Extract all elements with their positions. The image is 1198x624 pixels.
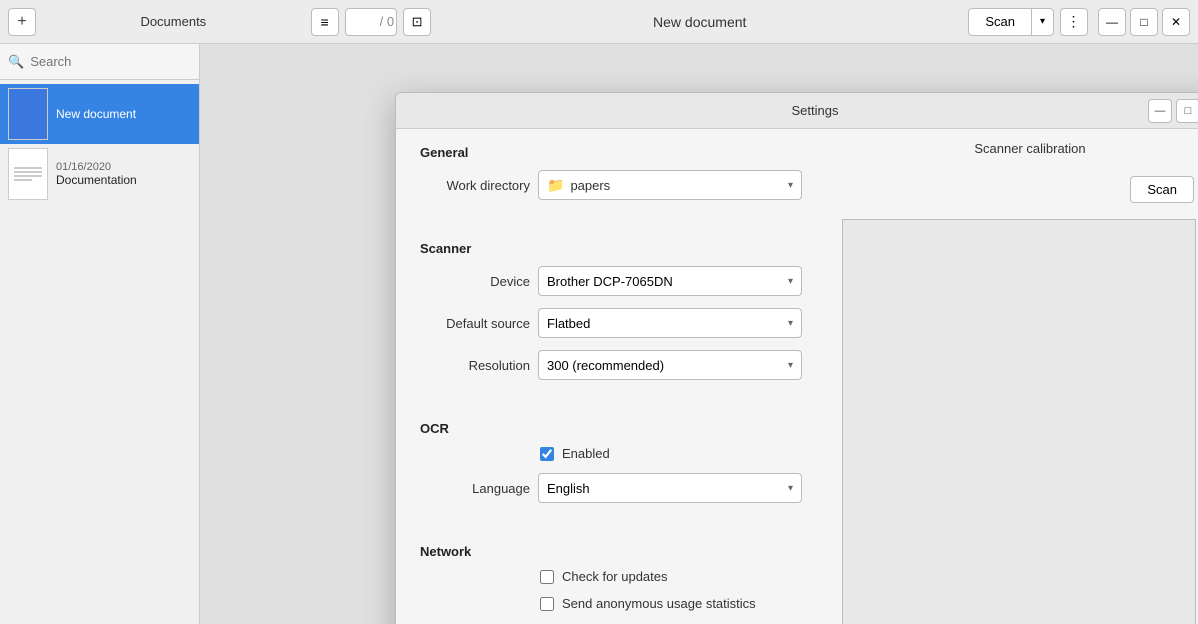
work-directory-select[interactable]: 📁 papers ▾ — [538, 170, 802, 200]
check-updates-checkbox[interactable] — [540, 570, 554, 584]
doc-info-documentation: 01/16/2020 Documentation — [56, 161, 137, 187]
calibration-scan-button[interactable]: Scan — [1130, 176, 1194, 203]
check-updates-label[interactable]: Check for updates — [562, 569, 668, 584]
ocr-enabled-label[interactable]: Enabled — [562, 446, 610, 461]
work-directory-dropdown-arrow: ▾ — [788, 180, 793, 191]
doc-date-documentation: 01/16/2020 — [56, 161, 137, 173]
app-title: Documents — [42, 14, 305, 29]
ocr-enabled-checkbox[interactable] — [540, 447, 554, 461]
default-source-value: Flatbed — [547, 316, 590, 331]
page-input[interactable] — [346, 14, 378, 29]
device-dropdown-arrow: ▾ — [788, 276, 793, 287]
language-label: Language — [420, 481, 530, 496]
document-list: New document 01/16/2020 Doc — [0, 80, 199, 624]
doc-item-new[interactable]: New document — [0, 84, 199, 144]
scanner-section-header: Scanner — [420, 241, 802, 256]
default-source-select[interactable]: Flatbed ▾ — [538, 308, 802, 338]
language-value: English — [547, 481, 590, 496]
device-label: Device — [420, 274, 530, 289]
search-bar: 🔍 — [0, 44, 199, 80]
doc-info-new: New document — [56, 107, 136, 121]
device-select[interactable]: Brother DCP-7065DN ▾ — [538, 266, 802, 296]
scan-button-group: Scan ▾ — [968, 8, 1054, 36]
device-row: Device Brother DCP-7065DN ▾ — [420, 266, 802, 296]
default-source-row: Default source Flatbed ▾ — [420, 308, 802, 338]
check-updates-row: Check for updates — [540, 569, 802, 584]
language-select[interactable]: English ▾ — [538, 473, 802, 503]
close-button[interactable]: ✕ — [1162, 8, 1190, 36]
ocr-section-header: OCR — [420, 421, 802, 436]
resolution-label: Resolution — [420, 358, 530, 373]
default-source-label: Default source — [420, 316, 530, 331]
language-row: Language English ▾ — [420, 473, 802, 503]
main-area: Settings — □ ✕ General Work directory — [200, 44, 1198, 624]
work-directory-row: Work directory 📁 papers ▾ — [420, 170, 802, 200]
title-bar: + Documents ≡ / 0 ⊡ New document Scan ▾ … — [0, 0, 1198, 44]
menu-button[interactable]: ≡ — [311, 8, 339, 36]
resolution-select[interactable]: 300 (recommended) ▾ — [538, 350, 802, 380]
calibration-header: Scanner calibration — [842, 141, 1198, 156]
default-source-dropdown-arrow: ▾ — [788, 318, 793, 329]
work-directory-label: Work directory — [420, 178, 530, 193]
dialog-minimize-button[interactable]: — — [1148, 99, 1172, 123]
anon-stats-label[interactable]: Send anonymous usage statistics — [562, 596, 756, 611]
resolution-value: 300 (recommended) — [547, 358, 664, 373]
dialog-body: General Work directory 📁 papers ▾ Scanne… — [396, 129, 1198, 624]
ocr-enabled-row: Enabled — [540, 446, 802, 461]
minimize-button[interactable]: — — [1098, 8, 1126, 36]
app-window: + Documents ≡ / 0 ⊡ New document Scan ▾ … — [0, 0, 1198, 624]
fit-page-button[interactable]: ⊡ — [403, 8, 431, 36]
scan-dropdown-button[interactable]: ▾ — [1032, 8, 1054, 36]
calibration-panel: Scanner calibration Scan — [826, 129, 1198, 624]
doc-thumbnail-documentation — [8, 148, 48, 200]
scan-button[interactable]: Scan — [968, 8, 1032, 36]
document-title: New document — [437, 14, 962, 30]
calibration-area — [842, 219, 1198, 624]
dialog-titlebar: Settings — □ ✕ — [396, 93, 1198, 129]
dialog-window-controls: — □ ✕ — [1148, 99, 1198, 123]
language-dropdown-arrow: ▾ — [788, 483, 793, 494]
resolution-dropdown-arrow: ▾ — [788, 360, 793, 371]
work-directory-value: papers — [570, 178, 782, 193]
device-value: Brother DCP-7065DN — [547, 274, 673, 289]
search-icon: 🔍 — [8, 54, 24, 70]
doc-name-new: New document — [56, 107, 136, 121]
anon-stats-row: Send anonymous usage statistics — [540, 596, 802, 611]
doc-thumbnail-new — [8, 88, 48, 140]
more-options-button[interactable]: ⋮ — [1060, 8, 1088, 36]
page-total: / 0 — [378, 14, 396, 29]
network-section-header: Network — [420, 544, 802, 559]
page-nav: / 0 — [345, 8, 397, 36]
folder-icon: 📁 — [547, 177, 564, 194]
settings-panel: General Work directory 📁 papers ▾ Scanne… — [396, 129, 826, 624]
dialog-title: Settings — [792, 103, 839, 118]
anon-stats-checkbox[interactable] — [540, 597, 554, 611]
general-section-header: General — [420, 145, 802, 160]
maximize-button[interactable]: □ — [1130, 8, 1158, 36]
calibration-preview — [842, 219, 1196, 624]
doc-name-documentation: Documentation — [56, 173, 137, 187]
content-area: 🔍 New document — [0, 44, 1198, 624]
dialog-maximize-button[interactable]: □ — [1176, 99, 1198, 123]
resolution-row: Resolution 300 (recommended) ▾ — [420, 350, 802, 380]
search-input[interactable] — [30, 54, 206, 69]
doc-item-documentation[interactable]: 01/16/2020 Documentation — [0, 144, 199, 204]
sidebar: 🔍 New document — [0, 44, 200, 624]
add-document-button[interactable]: + — [8, 8, 36, 36]
window-controls: — □ ✕ — [1098, 8, 1190, 36]
settings-dialog: Settings — □ ✕ General Work directory — [395, 92, 1198, 624]
